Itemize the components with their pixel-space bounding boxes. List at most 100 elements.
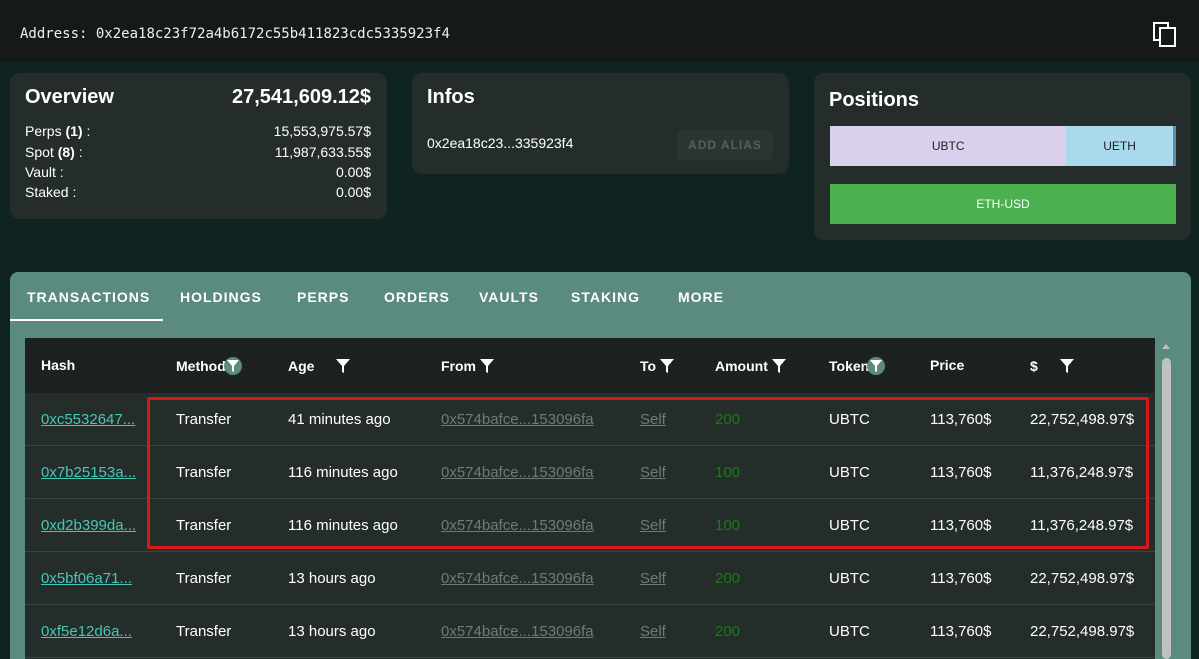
usd-value-cell: 22,752,498.97$ bbox=[1030, 623, 1135, 640]
method-cell: Transfer bbox=[176, 623, 232, 640]
filter-icon[interactable] bbox=[334, 357, 352, 375]
token-cell: UBTC bbox=[829, 411, 870, 428]
tab-bar: TRANSACTIONS HOLDINGS PERPS ORDERS VAULT… bbox=[10, 272, 1191, 322]
table-row: 0xd2b399da... Transfer 116 minutes ago 0x57… bbox=[25, 499, 1155, 552]
scroll-up-arrow-icon[interactable] bbox=[1160, 340, 1172, 352]
tab-vaults[interactable]: VAULTS bbox=[479, 272, 539, 322]
to-link[interactable]: Self bbox=[640, 464, 666, 481]
to-link[interactable]: Self bbox=[640, 623, 666, 640]
price-cell: 113,760$ bbox=[930, 464, 992, 481]
overview-label: Staked : bbox=[25, 184, 77, 200]
position-segment[interactable]: UBTC bbox=[830, 126, 1067, 166]
method-cell: Transfer bbox=[176, 570, 232, 587]
overview-row-perps: Perps (1) : 15,553,975.57$ bbox=[25, 123, 371, 143]
transactions-table: Hash Method Age From To Amount Token Pri… bbox=[25, 338, 1155, 659]
to-link[interactable]: Self bbox=[640, 517, 666, 534]
overview-value: 15,553,975.57$ bbox=[273, 123, 371, 139]
token-cell: UBTC bbox=[829, 623, 870, 640]
column-header-usd: $ bbox=[1030, 357, 1076, 375]
scrollbar-thumb[interactable] bbox=[1162, 358, 1171, 659]
overview-value: 0.00$ bbox=[335, 184, 371, 200]
overview-row-staked: Staked : 0.00$ bbox=[25, 184, 371, 204]
table-row: 0x5bf06a71... Transfer 13 hours ago 0x574ba… bbox=[25, 552, 1155, 605]
tab-holdings[interactable]: HOLDINGS bbox=[180, 272, 262, 322]
from-link[interactable]: 0x574bafce...153096fa bbox=[441, 411, 594, 428]
tab-staking[interactable]: STAKING bbox=[571, 272, 640, 322]
overview-title: Overview bbox=[25, 86, 114, 108]
table-row: 0x7b25153a... Transfer 116 minutes ago 0x57… bbox=[25, 446, 1155, 499]
table-header: Hash Method Age From To Amount Token Pri… bbox=[25, 338, 1155, 393]
filter-icon[interactable] bbox=[770, 357, 788, 375]
copy-icon[interactable] bbox=[1153, 22, 1177, 48]
position-segment[interactable]: UETH bbox=[1066, 126, 1173, 166]
address-text: Address: 0x2ea18c23f72a4b6172c55b411823c… bbox=[20, 26, 450, 42]
hash-link[interactable]: 0x5bf06a71... bbox=[41, 570, 132, 587]
price-cell: 113,760$ bbox=[930, 623, 992, 640]
address-bar: Address: 0x2ea18c23f72a4b6172c55b411823c… bbox=[0, 0, 1199, 62]
tab-orders[interactable]: ORDERS bbox=[384, 272, 450, 322]
method-cell: Transfer bbox=[176, 411, 232, 428]
overview-row-vault: Vault : 0.00$ bbox=[25, 164, 371, 184]
amount-cell: 100 bbox=[715, 464, 741, 481]
usd-value-cell: 11,376,248.97$ bbox=[1030, 464, 1134, 481]
to-link[interactable]: Self bbox=[640, 570, 666, 587]
column-header-age: Age bbox=[288, 357, 352, 375]
overview-row-spot: Spot (8) : 11,987,633.55$ bbox=[25, 144, 371, 164]
infos-card: Infos 0x2ea18c23...335923f4 ADD ALIAS bbox=[412, 73, 789, 174]
to-link[interactable]: Self bbox=[640, 411, 666, 428]
add-alias-button[interactable]: ADD ALIAS bbox=[677, 130, 773, 160]
infos-title: Infos bbox=[427, 86, 475, 108]
token-cell: UBTC bbox=[829, 517, 870, 534]
column-header-token: Token bbox=[829, 357, 886, 375]
column-header-amount: Amount bbox=[715, 357, 788, 375]
age-cell: 116 minutes ago bbox=[288, 464, 398, 481]
usd-value-cell: 22,752,498.97$ bbox=[1030, 570, 1135, 587]
positions-title: Positions bbox=[829, 89, 920, 111]
token-cell: UBTC bbox=[829, 570, 870, 587]
overview-label: Vault : bbox=[25, 164, 64, 180]
filter-icon-circle[interactable] bbox=[223, 357, 242, 375]
age-cell: 41 minutes ago bbox=[288, 411, 391, 428]
usd-value-cell: 11,376,248.97$ bbox=[1030, 517, 1134, 534]
usd-value-cell: 22,752,498.97$ bbox=[1030, 411, 1135, 428]
from-link[interactable]: 0x574bafce...153096fa bbox=[441, 517, 594, 534]
price-cell: 113,760$ bbox=[930, 517, 992, 534]
hash-link[interactable]: 0xc5532647... bbox=[41, 411, 135, 428]
amount-cell: 100 bbox=[715, 517, 741, 534]
overview-value: 0.00$ bbox=[335, 164, 371, 180]
positions-bar: UBTC UETH bbox=[830, 126, 1176, 166]
filter-icon[interactable] bbox=[658, 357, 676, 375]
overview-label: Spot (8) : bbox=[25, 144, 83, 160]
hash-link[interactable]: 0x7b25153a... bbox=[41, 464, 136, 481]
hash-link[interactable]: 0xd2b399da... bbox=[41, 517, 136, 534]
method-cell: Transfer bbox=[176, 517, 232, 534]
from-link[interactable]: 0x574bafce...153096fa bbox=[441, 570, 594, 587]
table-row: 0xf5e12d6a... Transfer 13 hours ago 0x574ba… bbox=[25, 605, 1155, 658]
filter-icon[interactable] bbox=[478, 357, 496, 375]
column-header-to: To bbox=[640, 357, 676, 375]
position-segment[interactable] bbox=[1172, 126, 1176, 166]
age-cell: 13 hours ago bbox=[288, 623, 376, 640]
short-address: 0x2ea18c23...335923f4 bbox=[427, 135, 574, 151]
positions-card: Positions UBTC UETH ETH-USD bbox=[814, 73, 1191, 240]
age-cell: 116 minutes ago bbox=[288, 517, 398, 534]
filter-icon[interactable] bbox=[1058, 357, 1076, 375]
position-eth-usd[interactable]: ETH-USD bbox=[830, 184, 1176, 224]
filter-icon-circle[interactable] bbox=[867, 357, 886, 375]
overview-label: Perps (1) : bbox=[25, 123, 91, 139]
overview-value: 11,987,633.55$ bbox=[274, 144, 371, 160]
from-link[interactable]: 0x574bafce...153096fa bbox=[441, 623, 594, 640]
from-link[interactable]: 0x574bafce...153096fa bbox=[441, 464, 594, 481]
amount-cell: 200 bbox=[715, 623, 741, 640]
tab-perps[interactable]: PERPS bbox=[297, 272, 349, 322]
overview-card: Overview 27,541,609.12$ Perps (1) : 15,5… bbox=[10, 73, 387, 219]
tab-more[interactable]: MORE bbox=[678, 272, 724, 322]
hash-link[interactable]: 0xf5e12d6a... bbox=[41, 623, 132, 640]
amount-cell: 200 bbox=[715, 411, 741, 428]
table-scrollbar[interactable] bbox=[1160, 340, 1172, 659]
address-value: 0x2ea18c23f72a4b6172c55b411823cdc5335923… bbox=[95, 26, 450, 42]
column-header-from: From bbox=[441, 357, 496, 375]
method-cell: Transfer bbox=[176, 464, 232, 481]
overview-total: 27,541,609.12$ bbox=[231, 86, 371, 108]
tab-transactions[interactable]: TRANSACTIONS bbox=[27, 272, 150, 322]
